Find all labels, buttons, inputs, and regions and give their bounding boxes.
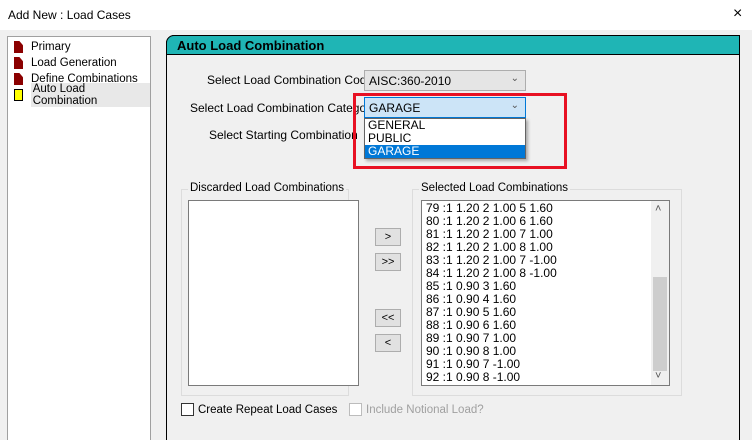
scroll-up-icon[interactable]: ˄ — [655, 203, 661, 215]
tree-item-load-generation[interactable]: Load Generation — [14, 55, 117, 71]
repeat-load-cases-checkbox[interactable]: Create Repeat Load Cases — [181, 403, 337, 416]
tree-panel: Primary Load Generation Define Combinati… — [7, 36, 151, 440]
code-value: AISC:360-2010 — [369, 74, 452, 88]
notional-label: Include Notional Load? — [366, 403, 484, 416]
discarded-list[interactable] — [188, 200, 359, 386]
checkbox[interactable] — [181, 403, 194, 416]
notional-load-checkbox[interactable]: Include Notional Load? — [349, 403, 484, 416]
list-item[interactable]: 92 :1 0.90 8 -1.00 — [422, 371, 669, 384]
document-icon — [14, 57, 23, 69]
start-label: Select Starting Combination No : — [209, 128, 357, 142]
selected-label: Selected Load Combinations — [419, 182, 571, 194]
add-button[interactable]: > — [375, 228, 401, 246]
tree-item-auto-load-combination[interactable]: Auto Load Combination — [14, 83, 150, 107]
code-label: Select Load Combination Code : — [207, 73, 380, 87]
tree-item-primary[interactable]: Primary — [14, 39, 71, 55]
code-combo[interactable]: AISC:360-2010 ⌄ — [364, 70, 526, 91]
discarded-label: Discarded Load Combinations — [188, 182, 347, 194]
checkbox[interactable] — [349, 403, 362, 416]
remove-button[interactable]: < — [375, 334, 401, 352]
yellow-document-icon — [14, 89, 23, 101]
remove-all-button[interactable]: << — [375, 309, 401, 327]
panel-header: Auto Load Combination — [166, 35, 740, 55]
highlight-box — [353, 93, 567, 169]
window-title: Add New : Load Cases — [8, 8, 131, 22]
document-icon — [14, 73, 23, 85]
close-icon[interactable]: × — [733, 5, 742, 23]
scrollbar-thumb[interactable] — [653, 277, 667, 371]
document-icon — [14, 41, 23, 53]
repeat-label: Create Repeat Load Cases — [198, 403, 338, 416]
scroll-down-icon[interactable]: ˅ — [655, 370, 661, 382]
add-all-button[interactable]: >> — [375, 253, 401, 271]
selected-list[interactable]: 79 :1 1.20 2 1.00 5 1.60 80 :1 1.20 2 1.0… — [421, 200, 670, 386]
chevron-down-icon: ⌄ — [510, 73, 519, 84]
